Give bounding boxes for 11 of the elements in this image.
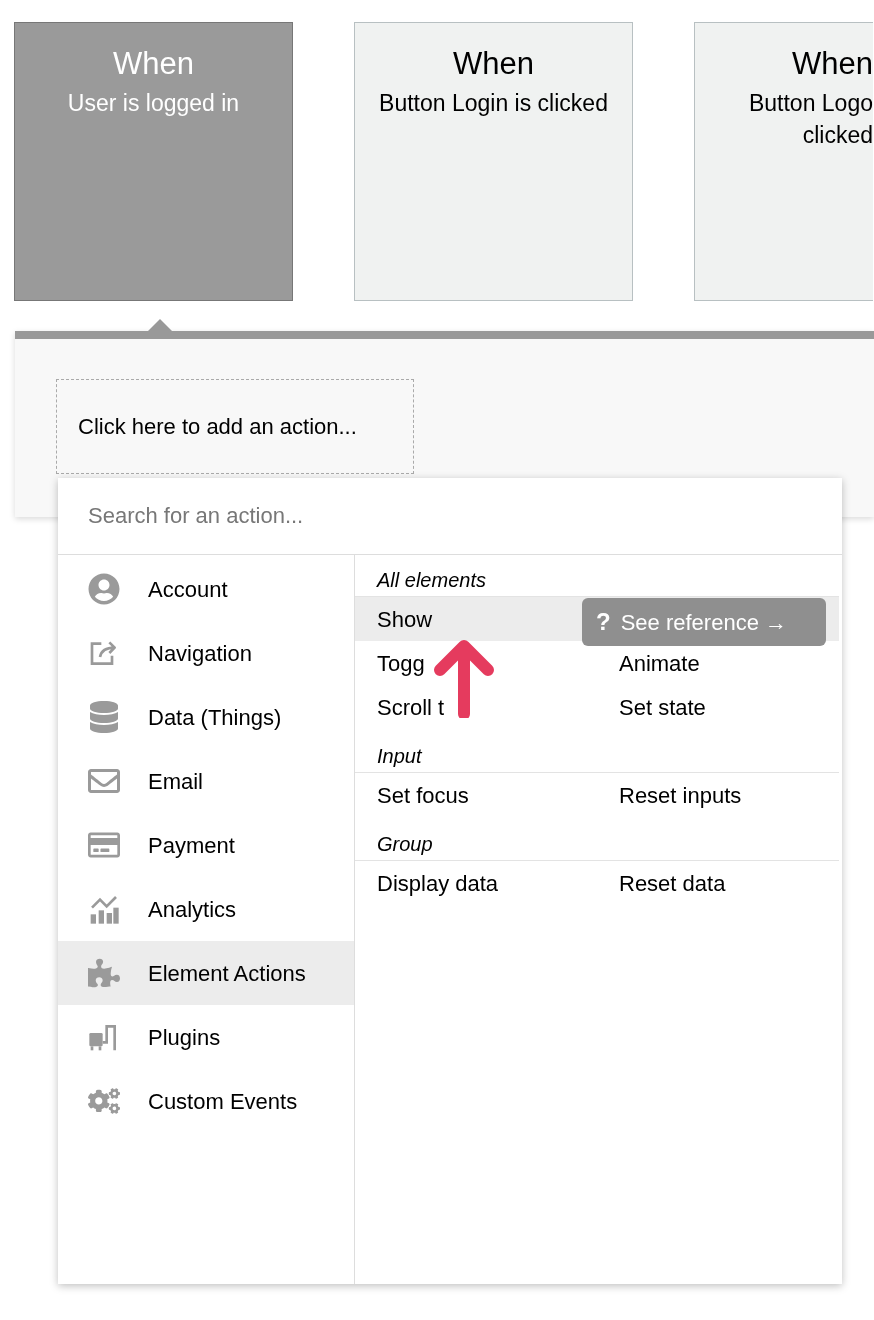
section-heading: All elements bbox=[377, 567, 486, 593]
event-condition: Button Login is clicked bbox=[379, 89, 608, 118]
event-condition: clicked bbox=[802, 121, 873, 150]
event-title: When bbox=[113, 45, 194, 83]
section-heading: Group bbox=[377, 831, 433, 857]
event-condition: User is logged in bbox=[67, 89, 240, 118]
event-condition: Button Logo bbox=[748, 89, 873, 118]
question-icon: ? bbox=[596, 604, 611, 640]
event-title: When bbox=[792, 45, 873, 83]
event-title: When bbox=[453, 45, 534, 83]
section-heading: Input bbox=[377, 743, 422, 769]
